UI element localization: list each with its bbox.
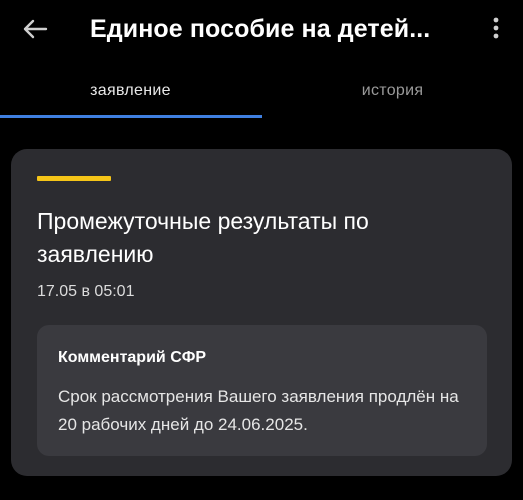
status-card: Промежуточные результаты по заявлению 17…	[11, 149, 512, 476]
back-button[interactable]	[18, 12, 52, 46]
tab-application[interactable]: заявление	[0, 66, 261, 116]
comment-box: Комментарий СФР Срок рассмотрения Вашего…	[37, 325, 487, 456]
arrow-left-icon	[23, 19, 48, 39]
status-accent-line	[37, 176, 111, 181]
more-vertical-icon	[493, 17, 499, 39]
comment-text: Срок рассмотрения Вашего заявления продл…	[58, 387, 459, 434]
active-tab-indicator	[0, 115, 262, 118]
tab-history[interactable]: история	[262, 66, 523, 116]
tab-bar: заявление история	[0, 66, 523, 120]
page-title: Единое пособие на детей...	[90, 15, 431, 43]
card-title: Промежуточные результаты по заявлению	[37, 208, 369, 267]
app-bar: Единое пособие на детей...	[0, 0, 523, 60]
comment-title: Комментарий СФР	[58, 349, 207, 366]
card-datetime: 17.05 в 05:01	[37, 283, 135, 300]
more-options-button[interactable]	[482, 10, 510, 46]
